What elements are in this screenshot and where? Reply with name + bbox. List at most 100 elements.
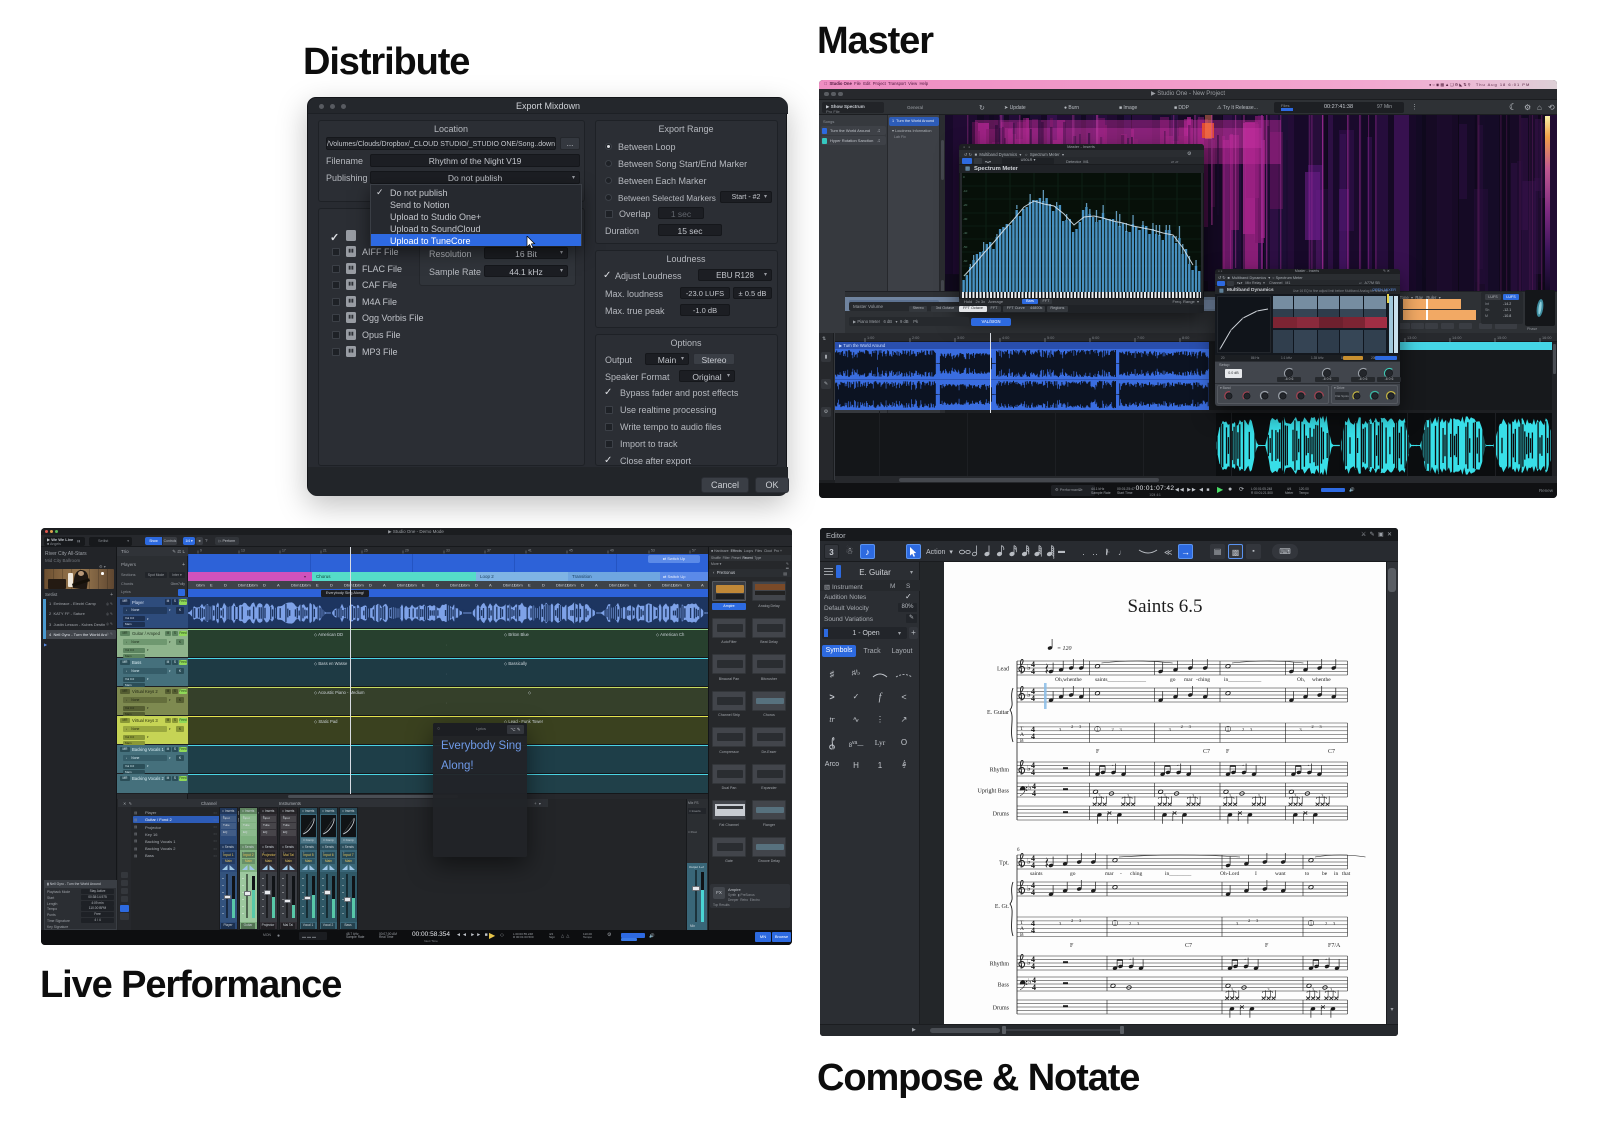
svg-text:Rhythm: Rhythm [990,768,1010,774]
svg-text:mar: mar [1105,871,1114,877]
svg-text:3: 3 [1250,727,1253,732]
svg-text:Gbm: Gbm [355,583,364,588]
svg-text:D: D [542,583,545,588]
svg-text:3: 3 [1299,727,1302,732]
svg-text:E: E [634,583,637,588]
svg-text:be: be [1322,871,1328,877]
svg-text:D: D [648,583,651,588]
svg-text:4: 4 [1031,888,1035,897]
svg-text:8:00: 8:00 [1182,336,1189,340]
svg-text:21: 21 [323,549,327,553]
svg-text:3: 3 [1189,724,1192,729]
svg-text:3: 3 [1137,921,1140,926]
svg-text:ching: ching [1130,871,1142,877]
svg-text:3: 3 [1169,727,1172,732]
svg-text:2: 2 [1181,724,1183,729]
svg-text:1: 1 [1227,727,1229,732]
svg-text:45: 45 [569,549,573,553]
svg-text:3: 3 [1059,727,1062,732]
svg-text:33: 33 [446,549,450,553]
svg-text:3: 3 [1236,921,1239,926]
svg-text:D: D [475,583,478,588]
svg-text:Tpt.: Tpt. [999,861,1009,867]
svg-text:𝅌: 𝅌 [1307,762,1309,768]
svg-text:2: 2 [1248,918,1250,923]
svg-text:in________: in________ [1165,871,1192,877]
svg-text:saints______________: saints______________ [1095,677,1146,683]
svg-text:1: 1 [1114,921,1116,926]
svg-text:2: 2 [1311,724,1313,729]
svg-text:14:00: 14:00 [1452,336,1462,340]
svg-text:Drums: Drums [993,812,1010,818]
svg-text:Bass: Bass [998,983,1010,989]
svg-text:57: 57 [692,549,696,553]
svg-text:4: 4 [1031,861,1035,870]
svg-text:-: - [1120,871,1122,877]
svg-text:6:00: 6:00 [1092,336,1099,340]
svg-text:2: 2 [1129,921,1131,926]
svg-text:F: F [1265,943,1269,949]
svg-text:3: 3 [1059,921,1062,926]
svg-text:Lead: Lead [997,667,1009,673]
svg-text:𝅌: 𝅌 [1177,762,1179,768]
svg-text:I: I [1255,871,1257,877]
svg-text:29: 29 [405,549,409,553]
svg-text:3: 3 [1079,724,1082,729]
svg-text:17: 17 [282,549,286,553]
svg-text:𝅌: 𝅌 [1242,762,1244,768]
svg-text:= 120: = 120 [1057,646,1072,652]
svg-text:that: that [1342,871,1351,877]
svg-text:3:00: 3:00 [957,336,964,340]
svg-text:D: D [224,583,227,588]
svg-text:Oh,: Oh, [1297,677,1306,683]
svg-text:Gbm: Gbm [514,583,523,588]
svg-text:37: 37 [487,549,491,553]
svg-text:Gbm: Gbm [673,583,682,588]
svg-text:4: 4 [1031,926,1035,935]
svg-text:A: A [489,583,492,588]
svg-text:go: go [1170,677,1176,683]
svg-text:25: 25 [364,549,368,553]
svg-text:mar: mar [1184,677,1193,683]
svg-text:Upright Bass: Upright Bass [978,789,1010,795]
svg-text:2:00: 2:00 [912,336,919,340]
svg-text:F: F [1070,943,1074,949]
svg-text:1: 1 [1310,921,1312,926]
svg-text:D: D [581,583,584,588]
svg-text:41: 41 [528,549,532,553]
svg-text:9: 9 [200,549,202,553]
svg-text:want: want [1275,871,1286,877]
svg-text:E: E [422,583,425,588]
svg-text:Gbm: Gbm [461,583,470,588]
svg-text:3: 3 [1120,727,1123,732]
svg-text:to: to [1305,871,1310,877]
svg-text:49: 49 [610,549,614,553]
svg-text:D: D [330,583,333,588]
svg-text:D: D [369,583,372,588]
svg-text:4: 4 [1031,694,1035,703]
svg-text:3: 3 [1079,918,1082,923]
svg-text:𝅌: 𝅌 [1129,956,1131,962]
svg-text:2: 2 [1071,724,1073,729]
svg-text:E: E [210,583,213,588]
svg-text:𝅌: 𝅌 [1112,762,1114,768]
svg-text:Saints 6.5: Saints 6.5 [1128,596,1203,617]
svg-text:𝅌: 𝅌 [1244,956,1246,962]
svg-text:4: 4 [1031,962,1035,971]
svg-text:3: 3 [1319,724,1322,729]
svg-text:4: 4 [1031,732,1035,741]
svg-text:C7: C7 [1203,749,1210,755]
svg-text:Rhythm: Rhythm [990,962,1010,968]
svg-text:𝅌: 𝅌 [1325,956,1327,962]
svg-text:3: 3 [1333,921,1336,926]
svg-text:13:00: 13:00 [1407,336,1417,340]
svg-text:Gbm: Gbm [567,583,576,588]
svg-text:go: go [1070,871,1076,877]
svg-text:C7: C7 [1185,943,1192,949]
svg-text:F7/A: F7/A [1328,943,1341,949]
svg-text:E. Gt.: E. Gt. [995,904,1010,910]
svg-text:D: D [687,583,690,588]
svg-text:C7: C7 [1328,749,1335,755]
svg-text:D: D [263,583,266,588]
svg-text:4: 4 [1032,983,1036,992]
